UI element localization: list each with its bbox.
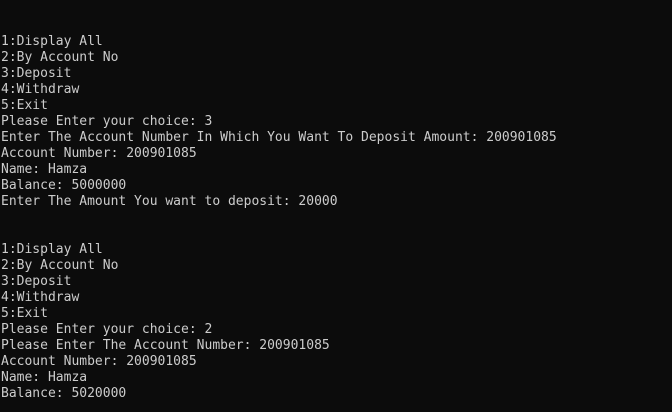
choice-prompt: Please Enter your choice: 3 <box>1 114 213 129</box>
console-output: 1:Display All 2:By Account No 3:Deposit … <box>1 34 557 402</box>
menu-option-exit: 5:Exit <box>1 98 48 113</box>
account-name-line: Name: Hamza <box>1 162 88 177</box>
choice-prompt: Please Enter your choice: 2 <box>1 322 213 337</box>
menu-option-deposit: 3:Deposit <box>1 274 72 289</box>
console-window[interactable]: 1:Display All 2:By Account No 3:Deposit … <box>0 0 672 412</box>
menu-option-display-all: 1:Display All <box>1 34 103 49</box>
menu-option-exit: 5:Exit <box>1 306 48 321</box>
menu-option-withdraw: 4:Withdraw <box>1 82 80 97</box>
menu-option-by-account-no: 2:By Account No <box>1 258 119 273</box>
menu-option-deposit: 3:Deposit <box>1 66 72 81</box>
account-number-line: Account Number: 200901085 <box>1 146 197 161</box>
account-number-prompt: Please Enter The Account Number: 2009010… <box>1 338 330 353</box>
balance-line: Balance: 5000000 <box>1 178 127 193</box>
menu-option-display-all: 1:Display All <box>1 242 103 257</box>
deposit-account-prompt: Enter The Account Number In Which You Wa… <box>1 130 557 145</box>
menu-option-by-account-no: 2:By Account No <box>1 50 119 65</box>
account-number-line: Account Number: 200901085 <box>1 354 197 369</box>
deposit-amount-prompt: Enter The Amount You want to deposit: 20… <box>1 194 338 209</box>
menu-option-withdraw: 4:Withdraw <box>1 290 80 305</box>
account-name-line: Name: Hamza <box>1 370 88 385</box>
balance-line: Balance: 5020000 <box>1 386 127 401</box>
